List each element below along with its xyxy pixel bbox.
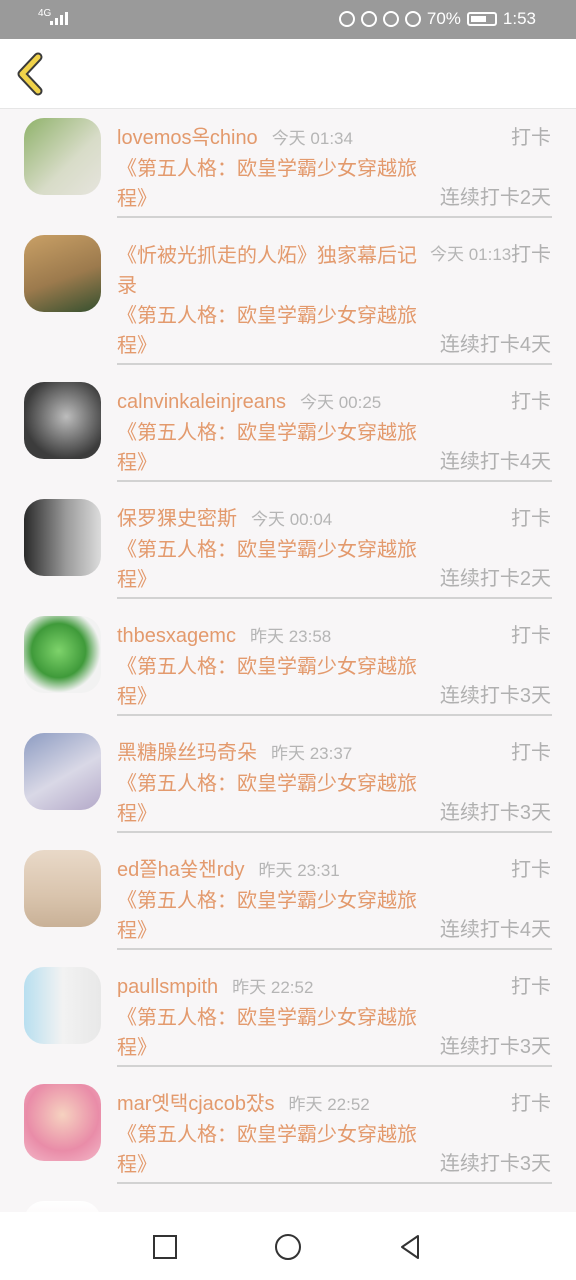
user-avatar[interactable] [24,616,101,693]
status-bar: 4G 70% 1:53 [0,0,576,39]
checkin-time: 昨天 23:31 [258,861,340,880]
book-title[interactable]: 《第五人格：欧皇学霸少女穿越旅程》 [117,535,417,595]
divider [117,216,552,218]
streak-count: 连续打卡3天 [439,802,551,824]
user-avatar[interactable] [24,499,101,576]
username[interactable]: ed쫄ha쑺챈rdy [117,859,244,881]
user-avatar[interactable] [24,1084,101,1161]
streak-count: 连续打卡4天 [439,451,551,473]
checkin-time: 今天 01:34 [271,129,353,148]
checkin-label: 打卡 [511,859,551,881]
username[interactable]: lovemos옥chino [117,127,258,149]
list-item[interactable]: lovemos옥chino 今天 01:34 打卡 《第五人格：欧皇学霸少女穿越旅… [0,109,576,226]
user-avatar[interactable] [24,235,101,312]
streak-count: 连续打卡3天 [439,1153,551,1175]
checkin-time: 昨天 23:37 [271,744,353,763]
checkin-label: 打卡 [511,1093,551,1115]
checkin-label: 打卡 [511,742,551,764]
book-title[interactable]: 《第五人格：欧皇学霸少女穿越旅程》 [117,154,417,214]
username[interactable]: calnvinkaleinjreans [117,391,286,413]
streak-count: 连续打卡3天 [439,685,551,707]
book-title[interactable]: 《第五人格：欧皇学霸少女穿越旅程》 [117,301,417,361]
divider [117,1065,552,1067]
circle-home-icon[interactable] [273,1232,303,1262]
user-avatar[interactable] [24,118,101,195]
list-item[interactable]: mar옛택cjacob쟜s 昨天 22:52 打卡 《第五人格：欧皇学霸少女穿越旅… [0,1075,576,1192]
checkin-label: 打卡 [511,508,551,530]
list-item[interactable]: calnvinkaleinjreans 今天 00:25 打卡 《第五人格：欧皇学… [0,373,576,490]
divider [117,831,552,833]
user-avatar[interactable] [24,850,101,927]
list-item[interactable]: ed쫄ha쑺챈rdy 昨天 23:31 打卡 《第五人格：欧皇学霸少女穿越旅程》 … [0,841,576,958]
clock: 1:53 [502,9,536,28]
username[interactable]: 保罗猓史密斯 [117,508,237,530]
system-nav-bar [0,1212,576,1280]
list-item-partial[interactable] [0,1192,576,1212]
chevron-left-icon [17,52,43,96]
book-title[interactable]: 《第五人格：欧皇学霸少女穿越旅程》 [117,418,417,478]
checkin-time: 今天 01:13 [430,245,512,264]
battery-icon [466,12,497,26]
back-button[interactable] [12,51,52,97]
divider [117,597,552,599]
user-avatar[interactable] [24,1201,101,1212]
square-recents-icon[interactable] [150,1232,180,1262]
streak-count: 连续打卡4天 [439,334,551,356]
data-saver-icon [360,11,377,27]
divider [117,480,552,482]
divider [117,363,552,365]
book-title[interactable]: 《第五人格：欧皇学霸少女穿越旅程》 [117,886,417,946]
username[interactable]: mar옛택cjacob쟜s [117,1093,274,1115]
signal-icon [50,12,68,25]
checkin-label: 打卡 [511,127,551,149]
checkin-time: 今天 00:25 [299,393,382,412]
book-title[interactable]: 《第五人格：欧皇学霸少女穿越旅程》 [117,652,417,712]
streak-count: 连续打卡4天 [439,919,551,941]
checkin-label: 打卡 [511,976,551,998]
divider [117,948,552,950]
book-title[interactable]: 《第五人格：欧皇学霸少女穿越旅程》 [117,1003,417,1063]
eye-icon [382,11,399,27]
streak-count: 连续打卡2天 [439,187,551,209]
checkin-label: 打卡 [511,391,551,413]
streak-count: 连续打卡2天 [439,568,551,590]
battery-percent: 70% [426,9,461,28]
headset-icon [338,11,355,27]
checkin-label: 打卡 [511,625,551,647]
book-title[interactable]: 《第五人格：欧皇学霸少女穿越旅程》 [117,1120,417,1180]
user-avatar[interactable] [24,382,101,459]
divider [117,714,552,716]
user-avatar[interactable] [24,733,101,810]
list-item[interactable]: 黑糖臊丝玛奇朵 昨天 23:37 打卡 《第五人格：欧皇学霸少女穿越旅程》 连续打… [0,724,576,841]
list-item[interactable]: paullsmpith 昨天 22:52 打卡 《第五人格：欧皇学霸少女穿越旅程》… [0,958,576,1075]
list-item[interactable]: 保罗猓史密斯 今天 00:04 打卡 《第五人格：欧皇学霸少女穿越旅程》 连续打卡… [0,490,576,607]
mute-bell-icon [404,11,421,27]
username[interactable]: thbesxagemc [117,625,236,647]
triangle-back-icon[interactable] [396,1232,426,1262]
checkin-time: 昨天 22:52 [232,978,314,997]
checkin-list[interactable]: lovemos옥chino 今天 01:34 打卡 《第五人格：欧皇学霸少女穿越旅… [0,109,576,1212]
list-item[interactable]: 《忻被光抓走的人炻》独家幕后记录 今天 01:13 打卡 《第五人格：欧皇学霸少… [0,226,576,373]
checkin-time: 昨天 23:58 [249,627,332,646]
book-title[interactable]: 《第五人格：欧皇学霸少女穿越旅程》 [117,769,417,829]
username[interactable]: paullsmpith [117,976,218,998]
checkin-time: 昨天 22:52 [288,1095,370,1114]
streak-count: 连续打卡3天 [439,1036,551,1058]
username[interactable]: 黑糖臊丝玛奇朵 [117,742,257,764]
username[interactable]: 《忻被光抓走的人炻》独家幕后记录 [117,245,417,297]
checkin-label: 打卡 [511,244,551,266]
app-header [0,39,576,109]
checkin-time: 今天 00:04 [251,510,333,529]
divider [117,1182,552,1184]
list-item[interactable]: thbesxagemc 昨天 23:58 打卡 《第五人格：欧皇学霸少女穿越旅程》… [0,607,576,724]
user-avatar[interactable] [24,967,101,1044]
